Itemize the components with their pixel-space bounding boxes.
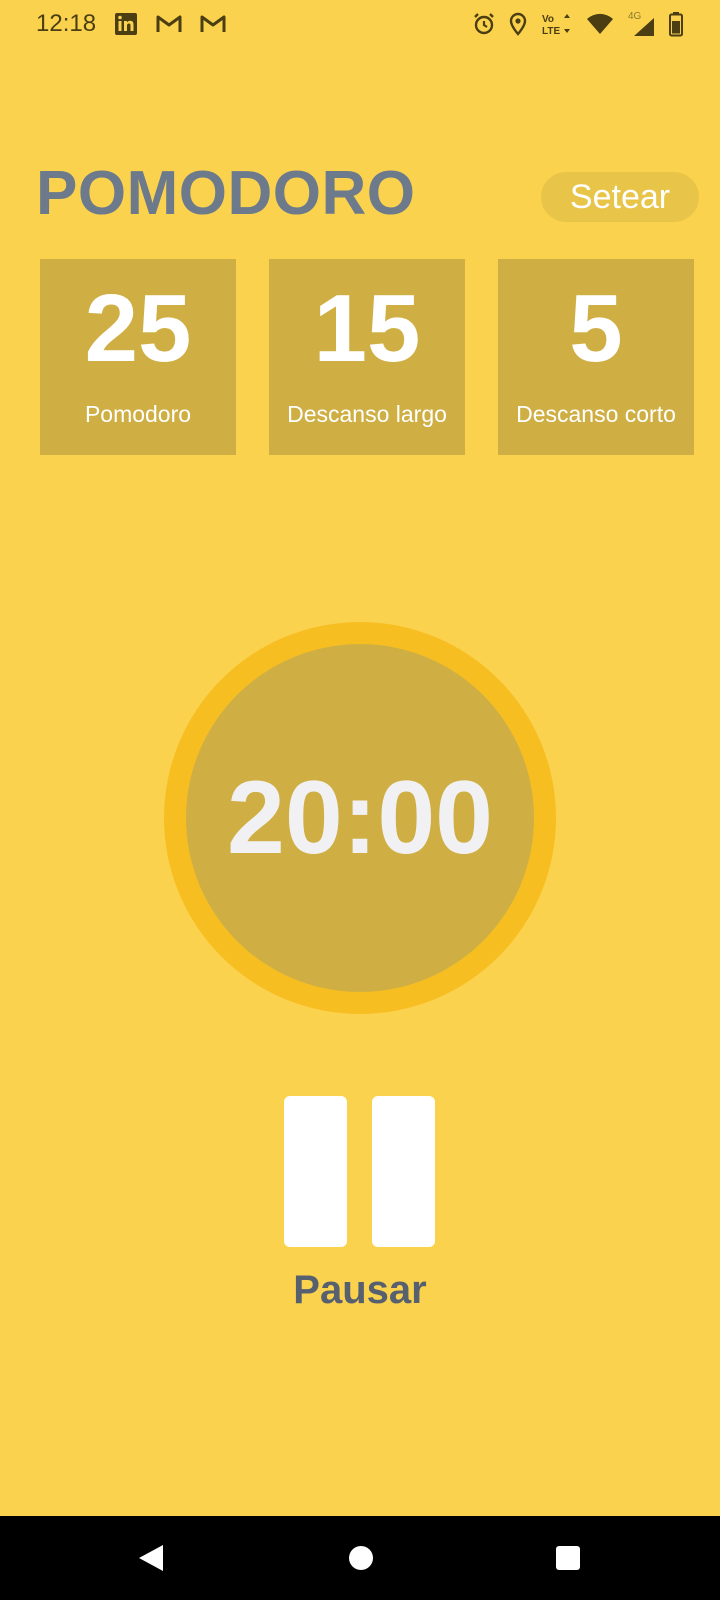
pause-label: Pausar	[293, 1268, 427, 1312]
tile-descanso-corto[interactable]: 5 Descanso corto	[498, 259, 694, 455]
pause-bar-right	[372, 1096, 435, 1247]
pause-bar-left	[284, 1096, 347, 1247]
svg-text:Vo: Vo	[542, 14, 554, 25]
location-icon	[508, 12, 528, 36]
status-time: 12:18	[36, 10, 97, 37]
tile-label: Pomodoro	[84, 401, 192, 427]
signal-4g-icon: 4G	[626, 10, 656, 38]
tile-pomodoro[interactable]: 25 Pomodoro	[40, 259, 236, 455]
status-right: Vo LTE 4G	[472, 10, 684, 38]
pause-button[interactable]	[284, 1096, 436, 1248]
tile-label: Descanso largo	[287, 401, 447, 427]
tile-value: 15	[313, 275, 421, 382]
tile-value: 25	[84, 275, 192, 382]
tile-descanso-largo[interactable]: 15 Descanso largo	[269, 259, 465, 455]
set-button[interactable]: Setear	[541, 172, 699, 222]
recents-icon[interactable]	[554, 1542, 582, 1579]
battery-icon	[668, 11, 684, 37]
back-icon[interactable]	[136, 1542, 166, 1579]
status-bar: 12:18 Vo LTE 4G	[0, 0, 720, 48]
timer-text: 20:00	[227, 759, 493, 876]
wifi-icon	[586, 13, 614, 35]
svg-text:4G: 4G	[628, 11, 642, 22]
timer-display: 20:00	[186, 644, 534, 992]
svg-text:LTE: LTE	[542, 26, 560, 37]
gmail-icon	[156, 14, 182, 34]
tile-value: 5	[569, 275, 623, 382]
navigation-bar	[0, 1516, 720, 1600]
gmail-icon	[200, 14, 226, 34]
status-left: 12:18	[36, 10, 226, 38]
linkedin-icon	[114, 12, 138, 36]
alarm-icon	[472, 12, 496, 36]
tile-label: Descanso corto	[516, 401, 676, 427]
home-icon[interactable]	[347, 1542, 375, 1579]
page-title: POMODORO	[36, 159, 416, 228]
volte-icon: Vo LTE	[540, 11, 574, 37]
